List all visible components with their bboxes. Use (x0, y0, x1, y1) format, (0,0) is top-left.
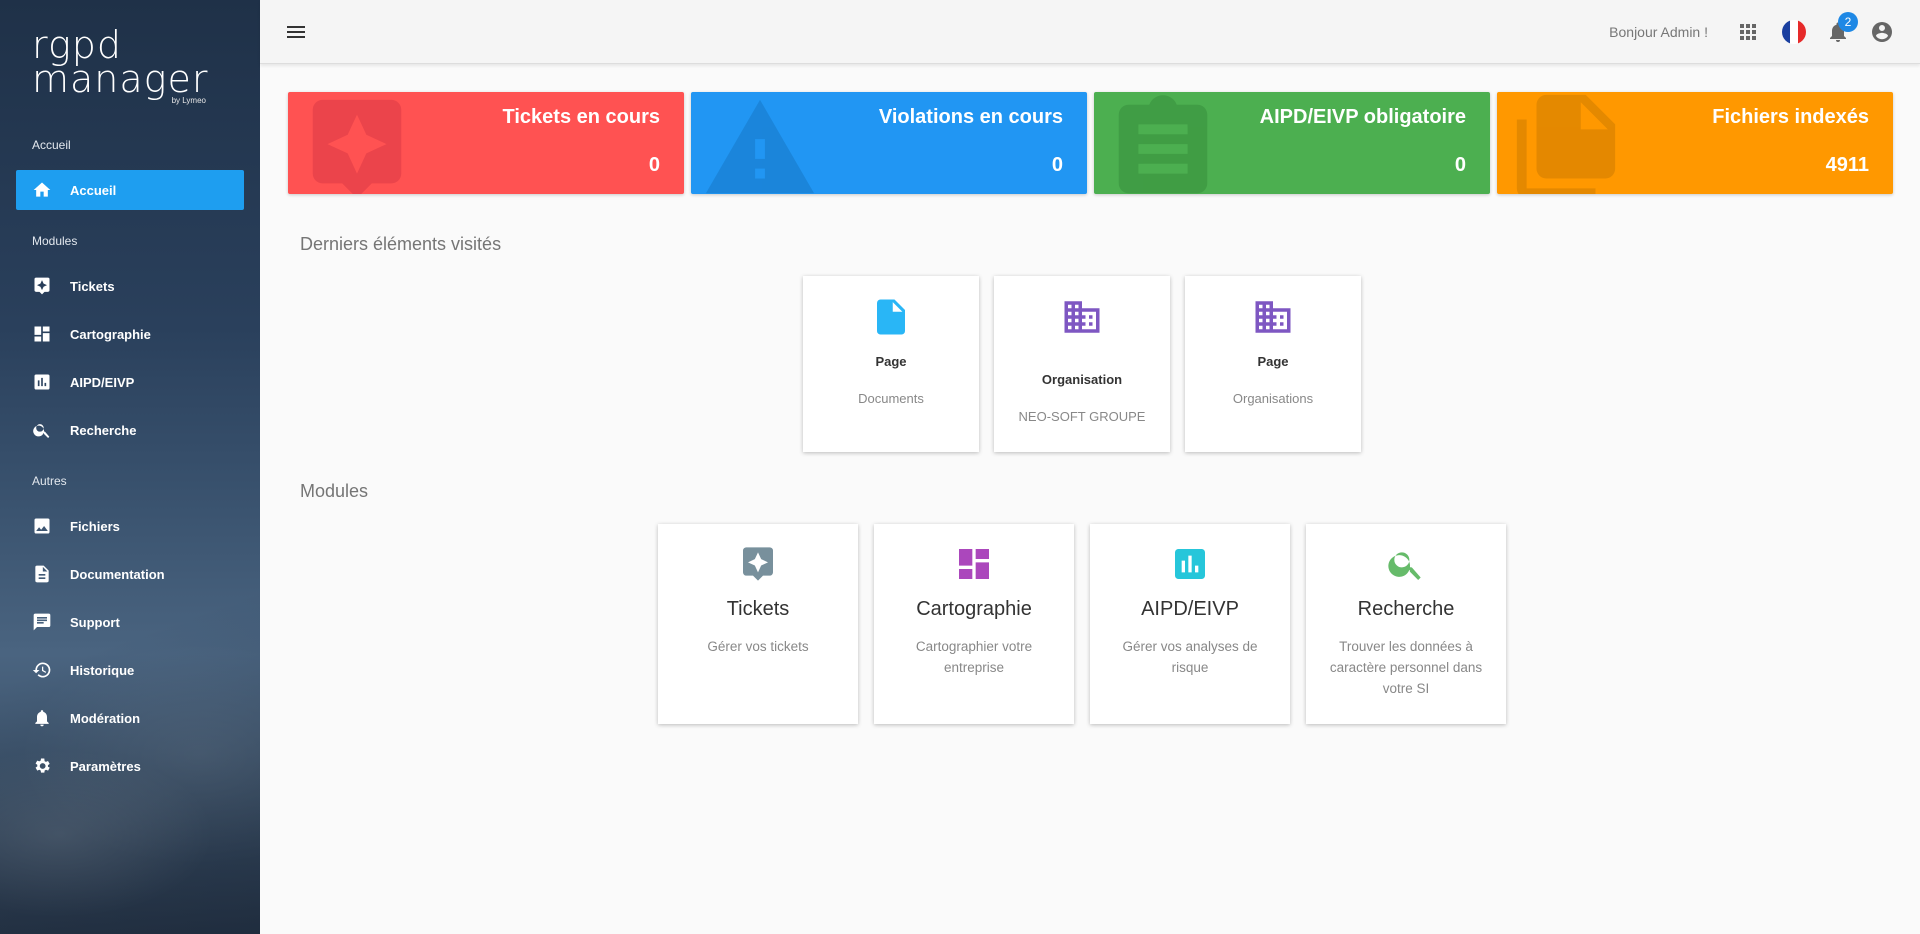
stat-value: 0 (1454, 154, 1466, 176)
rgpd-manager-logo[interactable]: rgpd manager by Lymeo (32, 26, 212, 108)
history-icon (32, 660, 52, 680)
menu-toggle-button[interactable] (284, 20, 308, 44)
recent-item-type: Organisation (1041, 372, 1123, 387)
module-title: AIPD/EIVP (1141, 598, 1239, 620)
account-circle-icon (1872, 22, 1892, 42)
sidebar-item-label: Documentation (70, 566, 165, 582)
logo-line-2: manager (32, 57, 209, 101)
module-title: Recherche (1357, 598, 1455, 620)
ticket-icon (32, 276, 52, 296)
notifications-badge: 2 (1838, 12, 1858, 32)
sidebar-item-fichiers[interactable]: Fichiers (16, 506, 244, 546)
building-icon (1255, 301, 1291, 333)
sidebar-item-label: Tickets (70, 278, 115, 294)
stat-card-tickets[interactable]: Tickets en cours 0 (288, 92, 684, 194)
apps-grid-icon (1740, 24, 1756, 40)
dashboard-icon (32, 324, 52, 344)
chart-icon (1175, 549, 1205, 579)
sidebar-item-recherche[interactable]: Recherche (16, 410, 244, 450)
notifications-button[interactable]: 2 (1826, 12, 1858, 44)
home-icon (32, 180, 52, 200)
module-card-tickets[interactable]: Tickets Gérer vos tickets (658, 524, 858, 724)
sidebar-item-label: AIPD/EIVP (70, 374, 135, 390)
chat-icon (32, 612, 52, 632)
building-icon (1064, 301, 1100, 333)
clipboard-icon (1118, 95, 1208, 194)
hamburger-icon (287, 26, 305, 38)
apps-button[interactable] (1736, 20, 1760, 44)
stat-card-aipd[interactable]: AIPD/EIVP obligatoire 0 (1094, 92, 1490, 194)
sidebar-item-label: Recherche (70, 422, 137, 438)
module-card-cartographie[interactable]: Cartographie Cartographier votre entrepr… (874, 524, 1074, 724)
sidebar-item-support[interactable]: Support (16, 602, 244, 642)
recent-item-type: Page (1257, 354, 1289, 369)
sidebar-item-tickets[interactable]: Tickets (16, 266, 244, 306)
document-icon (32, 564, 52, 584)
chart-icon (32, 372, 52, 392)
module-title: Cartographie (916, 598, 1032, 620)
stat-card-violations[interactable]: Violations en cours 0 (691, 92, 1087, 194)
stat-card-fichiers[interactable]: Fichiers indexés 4911 (1497, 92, 1893, 194)
sidebar-item-accueil[interactable]: Accueil (16, 170, 244, 210)
stat-value: 4911 (1825, 154, 1869, 176)
module-description: Trouver les données à caractère personne… (1329, 639, 1483, 696)
sidebar-item-moderation[interactable]: Modération (16, 698, 244, 738)
module-title: Tickets (726, 598, 790, 620)
sidebar-item-label: Fichiers (70, 518, 120, 534)
stat-title: Tickets en cours (502, 106, 660, 128)
dashboard-icon (959, 549, 989, 579)
modules-section-heading: Modules (300, 481, 369, 501)
search-icon (1388, 552, 1421, 580)
module-card-recherche[interactable]: Recherche Trouver les données à caractèr… (1306, 524, 1506, 724)
section-title-autres: Autres (32, 474, 67, 488)
recent-item-documents[interactable]: Page Documents (803, 276, 979, 452)
sidebar-item-label: Cartographie (70, 326, 151, 342)
sidebar: rgpd manager by Lymeo Accueil Accueil Mo… (0, 0, 260, 934)
logo-byline: by Lymeo (171, 96, 206, 105)
sidebar-item-cartographie[interactable]: Cartographie (16, 314, 244, 354)
recent-section-heading: Derniers éléments visités (300, 234, 502, 254)
warning-icon (705, 99, 815, 194)
recent-item-type: Page (875, 354, 907, 369)
sidebar-item-label: Historique (70, 662, 135, 678)
sidebar-item-documentation[interactable]: Documentation (16, 554, 244, 594)
recent-item-organisation[interactable]: Organisation NEO-SOFT GROUPE (994, 276, 1170, 452)
stat-title: Violations en cours (878, 106, 1063, 128)
gear-icon (32, 756, 52, 776)
sidebar-item-aipd-eivp[interactable]: AIPD/EIVP (16, 362, 244, 402)
stat-title: AIPD/EIVP obligatoire (1259, 106, 1466, 128)
recent-item-name: Documents (858, 391, 924, 406)
section-title-modules: Modules (32, 234, 78, 248)
account-button[interactable] (1870, 20, 1894, 44)
stat-value: 0 (1051, 154, 1063, 176)
stat-value: 0 (648, 154, 660, 176)
recent-item-organisations[interactable]: Page Organisations (1185, 276, 1361, 452)
sidebar-item-parametres[interactable]: Paramètres (16, 746, 244, 786)
module-description: Cartographier votre entreprise (915, 639, 1033, 675)
search-icon (32, 420, 52, 440)
module-card-aipd-eivp[interactable]: AIPD/EIVP Gérer vos analyses de risque (1090, 524, 1290, 724)
sidebar-item-historique[interactable]: Historique (16, 650, 244, 690)
ticket-icon (312, 99, 402, 194)
sidebar-item-label: Paramètres (70, 758, 141, 774)
recent-item-name: Organisations (1232, 391, 1314, 406)
files-icon (1516, 94, 1616, 194)
section-title-accueil: Accueil (32, 138, 71, 152)
sidebar-item-label: Modération (70, 710, 141, 726)
module-description: Gérer vos analyses de risque (1122, 639, 1258, 675)
module-description: Gérer vos tickets (707, 639, 809, 654)
sidebar-item-label: Support (70, 614, 120, 630)
sidebar-item-label: Accueil (70, 182, 117, 198)
stat-title: Fichiers indexés (1712, 106, 1869, 128)
greeting-text: Bonjour Admin ! (1609, 24, 1708, 40)
ticket-icon (743, 547, 773, 581)
language-flag-fr[interactable] (1782, 20, 1806, 44)
recent-item-name: NEO-SOFT GROUPE (1018, 409, 1146, 424)
topbar: Bonjour Admin ! 2 (260, 0, 1920, 64)
image-icon (32, 516, 52, 536)
file-icon (877, 299, 905, 335)
bell-icon (32, 708, 52, 728)
